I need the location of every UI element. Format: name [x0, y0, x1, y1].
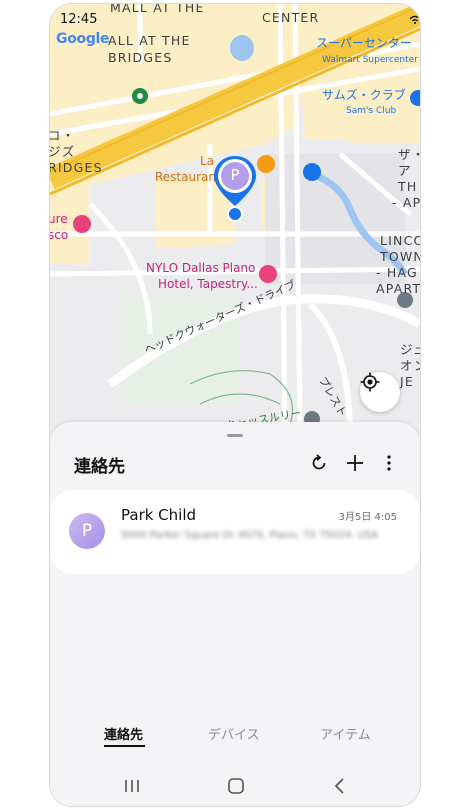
map-label-left-jp1: コ・: [50, 128, 76, 143]
map-label-mall-top: MALL AT THE: [110, 4, 205, 15]
map-label-right-za: ザ・: [398, 147, 420, 162]
avatar: P: [69, 513, 105, 549]
add-contact-button[interactable]: [342, 450, 368, 476]
map-label-hotel-ure: ure: [50, 212, 68, 226]
map-label-restaurant: Restaurant: [155, 170, 221, 184]
map-label-nylo1: NYLO Dallas Plano: [146, 261, 256, 275]
refresh-icon: [312, 454, 326, 470]
map-label-sams-jp: サムズ・クラブ: [322, 88, 406, 102]
map-label-hotel-sco: sco: [50, 228, 69, 242]
contact-timestamp: 3月5日 4:05: [338, 512, 397, 523]
contacts-sheet: 連絡先 P Park Child 5000 Parker Square Dr 4…: [50, 422, 420, 806]
map-label-left-jp2: ジズ: [50, 144, 76, 159]
avatar-letter: P: [81, 521, 93, 541]
recents-button[interactable]: [117, 772, 147, 800]
google-logo: Google: [56, 31, 110, 47]
contact-name: Park Child: [121, 506, 197, 524]
map-label-right-je2: オン: [400, 358, 420, 373]
map-label-right-ap: - AP: [392, 195, 420, 210]
home-icon: [228, 778, 244, 794]
sheet-drag-handle[interactable]: [227, 434, 243, 437]
pin-marker-icon: [214, 156, 256, 222]
map-label-linco2: TOWNE: [380, 249, 420, 264]
pin-avatar-letter: P: [230, 166, 240, 184]
contact-address: 5000 Parker Square Dr 4075, Plano, TX 75…: [121, 530, 379, 541]
phone-screen: 12:45 Google MALL AT THE CENTER ALL AT T…: [50, 4, 420, 806]
my-location-button[interactable]: [360, 372, 400, 412]
system-nav-bar: [50, 766, 420, 806]
map-label-center: CENTER: [262, 10, 320, 25]
more-options-button[interactable]: [376, 450, 402, 476]
map-label-left-bridges: RIDGES: [50, 160, 103, 175]
tab-contacts[interactable]: 連絡先: [104, 724, 143, 743]
tab-underline: [104, 745, 145, 747]
map-label-right-th: TH: [398, 179, 418, 194]
tab-items[interactable]: アイテム: [320, 724, 371, 743]
map-label-right-je1: ジュ: [400, 342, 420, 357]
status-bar: 12:45: [50, 4, 420, 32]
signal-wifi-battery-icon: [409, 15, 420, 24]
map-label-mall: ALL AT THE: [108, 33, 191, 48]
plus-icon: [347, 455, 363, 471]
home-button[interactable]: [221, 772, 251, 800]
map-label-supercenter-jp: スーパーセンター: [316, 36, 412, 50]
bottom-tabs: 連絡先 デバイス アイテム: [50, 720, 420, 750]
map-label-linco1: LINCO: [380, 233, 420, 248]
map-label-nylo2: Hotel, Tapestry...: [158, 277, 258, 291]
map-label-right-je3: JE: [400, 374, 414, 389]
more-vert-icon: [387, 455, 391, 471]
back-icon: [334, 778, 344, 794]
recents-icon: [125, 780, 139, 792]
crosshair-icon: [360, 372, 380, 392]
map-view[interactable]: 12:45 Google MALL AT THE CENTER ALL AT T…: [50, 4, 420, 436]
map-label-sams: Sam's Club: [346, 106, 397, 116]
sheet-title: 連絡先: [74, 457, 125, 477]
map-label-walmart: Walmart Supercenter: [322, 55, 418, 65]
contact-card[interactable]: P Park Child 5000 Parker Square Dr 4075,…: [50, 490, 420, 574]
refresh-button[interactable]: [306, 450, 332, 476]
map-label-right-a: ア: [398, 163, 412, 178]
tab-devices[interactable]: デバイス: [208, 724, 260, 743]
map-label-linco4: APART: [376, 281, 420, 296]
map-label-bridges: BRIDGES: [108, 50, 173, 65]
back-button[interactable]: [325, 772, 355, 800]
map-label-linco3: - HAG: [376, 265, 418, 280]
status-time: 12:45: [60, 12, 98, 27]
location-pin[interactable]: P: [212, 154, 258, 224]
